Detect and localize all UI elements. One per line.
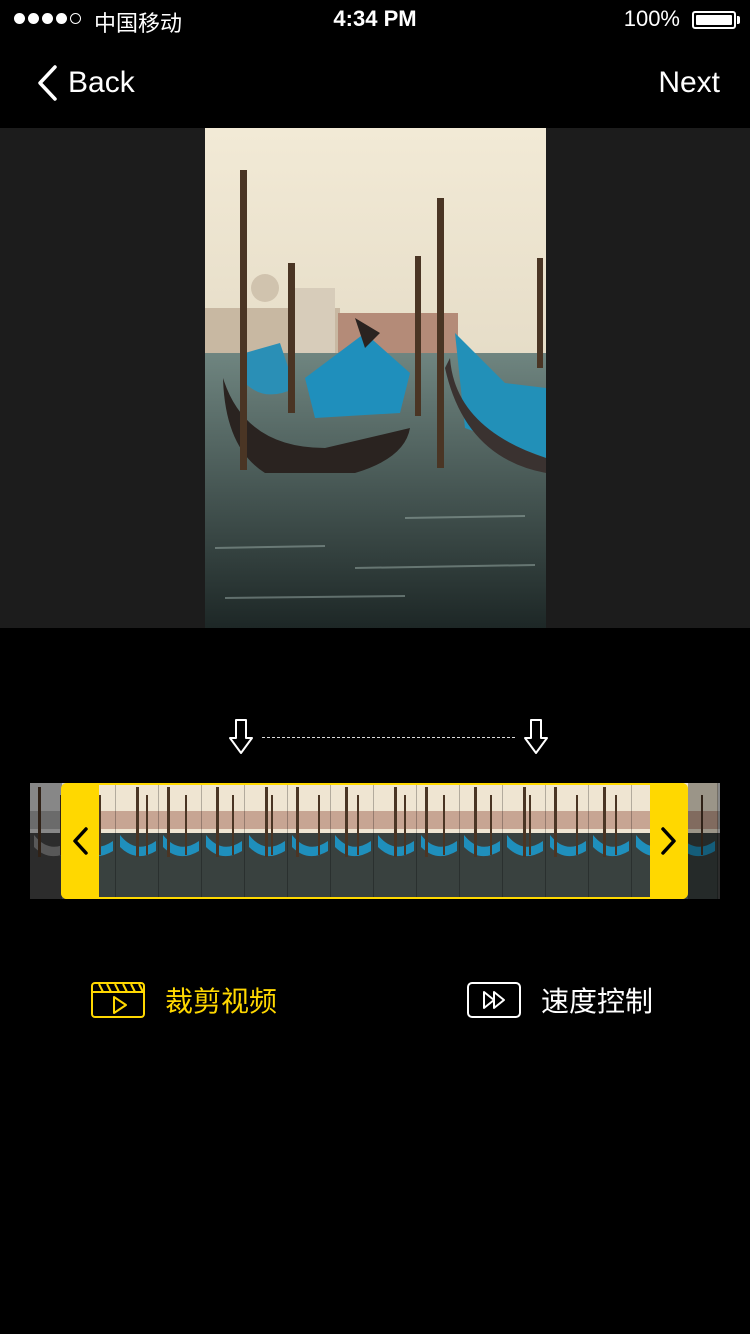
trim-end-marker-icon[interactable] bbox=[523, 718, 549, 756]
battery-tip bbox=[737, 16, 740, 24]
chevron-left-icon bbox=[38, 65, 57, 101]
back-label: Back bbox=[68, 66, 135, 99]
trim-handle-right[interactable] bbox=[650, 783, 688, 899]
clapperboard-play-icon bbox=[91, 982, 145, 1018]
trim-video-tool[interactable]: 裁剪视频 bbox=[91, 980, 277, 1020]
strip-out-of-range-left bbox=[30, 783, 62, 899]
battery-percent: 100% bbox=[623, 6, 680, 31]
trim-video-label: 裁剪视频 bbox=[165, 985, 278, 1018]
chevron-right-icon bbox=[661, 827, 676, 855]
trim-selection-frame bbox=[61, 783, 688, 899]
speed-control-label: 速度控制 bbox=[541, 985, 654, 1018]
video-preview[interactable] bbox=[205, 128, 546, 628]
status-bar: 中国移动 4:34 PM 100% bbox=[0, 0, 750, 40]
speed-control-tool[interactable]: 速度控制 bbox=[467, 980, 653, 1020]
chevron-left-icon bbox=[73, 827, 88, 855]
strip-out-of-range-right bbox=[688, 783, 720, 899]
next-button[interactable]: Next bbox=[658, 66, 720, 100]
trim-handle-left[interactable] bbox=[61, 783, 99, 899]
trim-range-line bbox=[262, 737, 515, 738]
nav-bar: Back Next bbox=[0, 40, 750, 128]
back-button[interactable]: Back bbox=[36, 64, 135, 102]
video-preview-area bbox=[0, 128, 750, 628]
battery-icon bbox=[692, 11, 736, 29]
fast-forward-icon bbox=[467, 982, 521, 1018]
trim-start-marker-icon[interactable] bbox=[228, 718, 254, 756]
